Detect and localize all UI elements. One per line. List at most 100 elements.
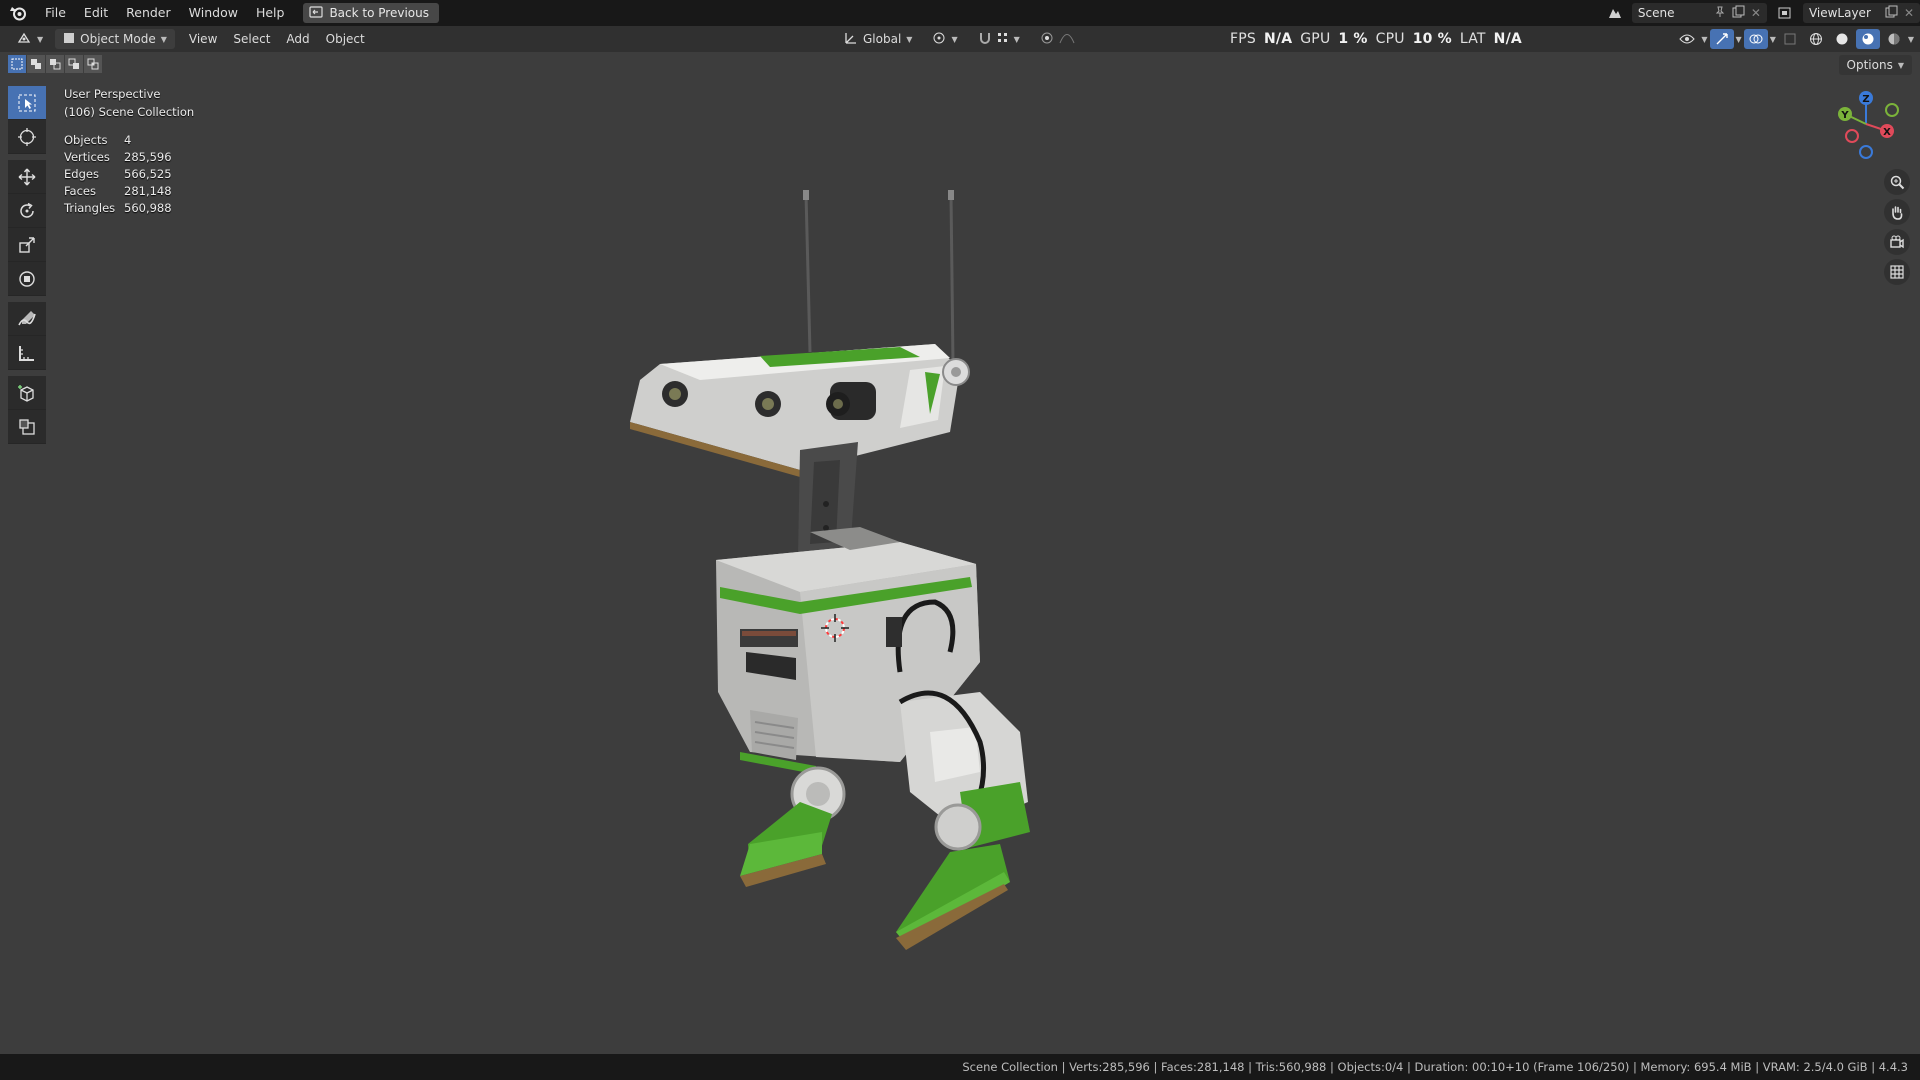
- neg-y-axis-handle: [1885, 103, 1899, 117]
- options-dropdown[interactable]: Options ▼: [1838, 55, 1912, 75]
- new-view-layer-icon[interactable]: [1885, 5, 1898, 21]
- pan-hand-icon[interactable]: [1884, 199, 1910, 225]
- visibility-icon[interactable]: [1675, 29, 1699, 49]
- select-new-icon[interactable]: [8, 55, 26, 73]
- view-layer-selector[interactable]: ViewLayer ✕: [1802, 3, 1920, 23]
- mode-label: Object Mode: [80, 32, 156, 46]
- cpu-label: CPU: [1375, 31, 1405, 47]
- add-cube-icon[interactable]: [8, 376, 46, 410]
- chevron-down-icon[interactable]: ▼: [1908, 35, 1914, 44]
- menu-select[interactable]: Select: [225, 29, 278, 49]
- mode-selector[interactable]: Object Mode ▼: [55, 29, 175, 49]
- view-layer-browse-icon[interactable]: [1775, 3, 1797, 23]
- select-invert-icon[interactable]: [65, 55, 83, 73]
- menu-view[interactable]: View: [181, 29, 225, 49]
- cpu-value: 10 %: [1412, 31, 1452, 47]
- scene-browse-icon[interactable]: [1604, 3, 1626, 23]
- menu-object[interactable]: Object: [318, 29, 373, 49]
- menu-render[interactable]: Render: [117, 0, 180, 26]
- lat-value: N/A: [1493, 31, 1522, 47]
- select-extend-icon[interactable]: [27, 55, 45, 73]
- chevron-down-icon: ▼: [951, 34, 958, 44]
- navigation-buttons: [1884, 169, 1910, 285]
- menu-file[interactable]: File: [36, 0, 75, 26]
- x-axis-label: X: [1883, 127, 1891, 138]
- snap-toggle[interactable]: ▼: [970, 29, 1028, 49]
- measure-icon[interactable]: [8, 336, 46, 370]
- xray-toggle-icon[interactable]: [1778, 29, 1802, 49]
- select-intersect-icon[interactable]: [84, 55, 102, 73]
- snap-grid-icon: [997, 32, 1009, 47]
- gizmo-toggle-icon[interactable]: [1709, 29, 1734, 49]
- close-icon[interactable]: ✕: [1904, 6, 1914, 20]
- wireframe-shading-icon[interactable]: [1804, 29, 1828, 49]
- solid-shading-icon[interactable]: [1830, 29, 1854, 49]
- tool-shelf: [8, 86, 46, 444]
- 3d-viewport[interactable]: Options ▼ User Perspective (106) Scene C…: [0, 52, 1920, 1054]
- cursor-icon[interactable]: [8, 120, 46, 154]
- pivot-icon: [932, 31, 946, 48]
- stats-row: Faces 281,148: [64, 182, 172, 199]
- chevron-down-icon: ▼: [160, 34, 167, 44]
- selection-modes: [8, 55, 102, 73]
- stats-row: Edges 566,525: [64, 165, 172, 182]
- options-label: Options: [1846, 58, 1893, 72]
- rotate-icon[interactable]: [8, 194, 46, 228]
- transform-icon[interactable]: [8, 262, 46, 296]
- orientation-label: Global: [863, 32, 902, 46]
- menu-edit[interactable]: Edit: [75, 0, 117, 26]
- status-bar: Scene Collection | Verts:285,596 | Faces…: [0, 1054, 1920, 1080]
- proportional-edit-toggle[interactable]: [1032, 29, 1083, 49]
- grid-view-icon[interactable]: [1884, 259, 1910, 285]
- chevron-down-icon: ▼: [1013, 34, 1020, 44]
- stat-label: Vertices: [64, 149, 110, 164]
- robot-model-render[interactable]: [600, 132, 1060, 962]
- magnet-icon: [978, 31, 992, 48]
- transform-orientation-selector[interactable]: Global ▼: [836, 29, 920, 49]
- chevron-down-icon[interactable]: ▼: [1736, 35, 1742, 44]
- viewport-info-overlay: User Perspective (106) Scene Collection …: [64, 85, 194, 216]
- annotate-icon[interactable]: [8, 302, 46, 336]
- editor-type-button[interactable]: ▼: [8, 29, 51, 49]
- gpu-label: GPU: [1300, 31, 1331, 47]
- y-axis-label: Y: [1840, 110, 1849, 121]
- stat-value: 281,148: [124, 183, 172, 198]
- menu-add[interactable]: Add: [278, 29, 317, 49]
- pivot-point-selector[interactable]: ▼: [924, 29, 965, 49]
- collection-label: (106) Scene Collection: [64, 105, 195, 119]
- move-icon[interactable]: [8, 160, 46, 194]
- navigation-gizmo[interactable]: Z X Y: [1832, 86, 1906, 166]
- chevron-down-icon: ▼: [37, 34, 44, 44]
- stat-label: Objects: [64, 132, 108, 147]
- select-box-icon[interactable]: [8, 86, 46, 120]
- stat-value: 566,525: [124, 166, 172, 181]
- back-to-previous-button[interactable]: Back to Previous: [303, 3, 439, 23]
- neg-x-axis-handle: [1845, 129, 1859, 143]
- zoom-icon[interactable]: [1884, 169, 1910, 195]
- scene-selector[interactable]: Scene ✕: [1631, 3, 1767, 23]
- rendered-shading-icon[interactable]: [1882, 29, 1906, 49]
- pin-icon[interactable]: [1714, 6, 1726, 21]
- close-icon[interactable]: ✕: [1751, 6, 1761, 20]
- add-object-icon[interactable]: [8, 410, 46, 444]
- gpu-value: 1 %: [1338, 31, 1368, 47]
- camera-icon[interactable]: [1884, 229, 1910, 255]
- object-mode-icon: [63, 32, 75, 47]
- material-preview-shading-icon[interactable]: [1855, 29, 1880, 49]
- chevron-down-icon[interactable]: ▼: [1701, 35, 1707, 44]
- blender-logo-icon[interactable]: [0, 0, 36, 26]
- stat-label: Edges: [64, 166, 99, 181]
- scale-icon[interactable]: [8, 228, 46, 262]
- lat-label: LAT: [1459, 31, 1486, 47]
- stat-value: 285,596: [124, 149, 172, 164]
- new-scene-icon[interactable]: [1732, 5, 1745, 21]
- proportional-icon: [1040, 31, 1054, 48]
- select-subtract-icon[interactable]: [46, 55, 64, 73]
- menu-help[interactable]: Help: [247, 0, 294, 26]
- chevron-down-icon[interactable]: ▼: [1770, 35, 1776, 44]
- stats-row: Triangles 560,988: [64, 199, 172, 216]
- chevron-down-icon: ▼: [1897, 60, 1904, 70]
- 3d-cursor-icon[interactable]: [819, 612, 851, 644]
- overlays-toggle-icon[interactable]: [1743, 29, 1768, 49]
- menu-window[interactable]: Window: [180, 0, 247, 26]
